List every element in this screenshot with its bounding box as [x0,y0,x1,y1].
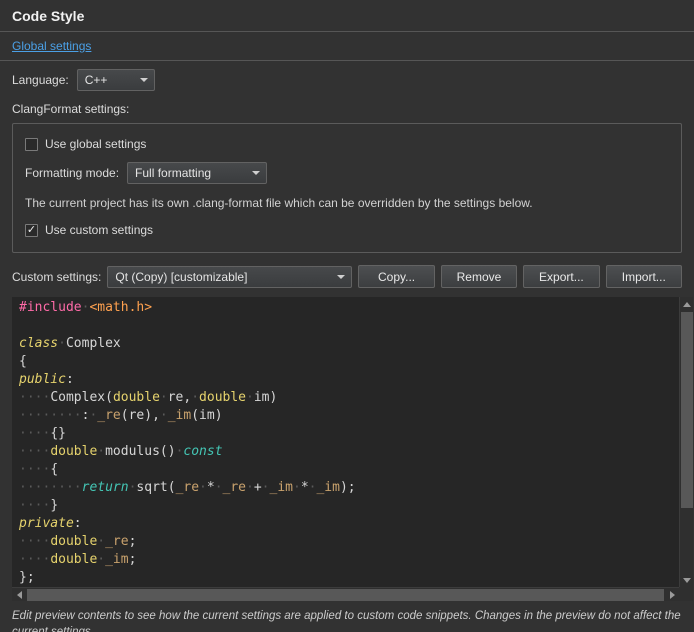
horizontal-scrollbar-thumb[interactable] [27,589,664,601]
global-settings-row: Global settings [0,32,694,60]
code-line: }; [19,569,677,586]
copy-button[interactable]: Copy... [358,265,434,288]
vertical-scrollbar[interactable] [679,297,693,587]
code-line: ········:·_re(re),·_im(im) [19,407,677,425]
scroll-right-icon[interactable] [665,588,679,601]
clangformat-groupbox: Use global settings Formatting mode: Ful… [12,123,682,253]
export-button[interactable]: Export... [523,265,599,288]
scroll-left-icon[interactable] [12,588,26,601]
chevron-down-icon [140,78,148,82]
language-label: Language: [12,73,69,87]
checkbox-icon[interactable] [25,224,38,237]
language-select[interactable]: C++ [77,69,155,91]
checkbox-icon[interactable] [25,138,38,151]
scroll-up-icon[interactable] [680,297,693,311]
code-content[interactable]: #include·<math.h> class·Complex{public:·… [19,299,677,586]
horizontal-scrollbar[interactable] [12,587,679,601]
code-style-pane: Code Style Global settings Language: C++… [0,0,694,632]
scroll-down-icon[interactable] [680,573,693,587]
vertical-scrollbar-thumb[interactable] [681,312,693,508]
chevron-down-icon [252,171,260,175]
formatting-mode-value: Full formatting [135,166,211,180]
import-button[interactable]: Import... [606,265,682,288]
remove-button[interactable]: Remove [441,265,517,288]
code-line [19,317,677,335]
code-line: { [19,353,677,371]
use-global-settings-label: Use global settings [45,137,146,151]
clang-format-override-note: The current project has its own .clang-f… [25,196,669,210]
language-select-value: C++ [85,73,108,87]
code-line: #include·<math.h> [19,299,677,317]
code-line: private: [19,515,677,533]
code-line: public: [19,371,677,389]
formatting-mode-row: Formatting mode: Full formatting [25,162,669,184]
page-title: Code Style [0,0,694,31]
use-global-settings-checkbox[interactable]: Use global settings [25,136,669,152]
use-custom-settings-label: Use custom settings [45,223,153,237]
code-line: ····} [19,497,677,515]
formatting-mode-label: Formatting mode: [25,166,119,180]
code-line: class·Complex [19,335,677,353]
custom-settings-value: Qt (Copy) [customizable] [115,270,247,284]
formatting-mode-select[interactable]: Full formatting [127,162,267,184]
scrollbar-corner [679,587,693,601]
code-line: ····double·_im; [19,551,677,569]
preview-help-text: Edit preview contents to see how the cur… [12,609,682,632]
code-line: ········return·sqrt(_re·*·_re·+·_im·*·_i… [19,479,677,497]
code-preview-editor[interactable]: #include·<math.h> class·Complex{public:·… [12,297,693,601]
language-row: Language: C++ [0,61,694,99]
code-line: ····{} [19,425,677,443]
code-line: ····Complex(double·re,·double·im) [19,389,677,407]
custom-settings-select[interactable]: Qt (Copy) [customizable] [107,266,352,288]
custom-settings-row: Custom settings: Qt (Copy) [customizable… [0,253,694,297]
use-custom-settings-checkbox[interactable]: Use custom settings [25,222,669,238]
code-line: ····double·modulus()·const [19,443,677,461]
chevron-down-icon [337,275,345,279]
code-line: ····{ [19,461,677,479]
global-settings-link[interactable]: Global settings [12,39,91,53]
clangformat-settings-label: ClangFormat settings: [0,99,694,116]
code-line: ····double·_re; [19,533,677,551]
custom-settings-label: Custom settings: [12,270,101,284]
